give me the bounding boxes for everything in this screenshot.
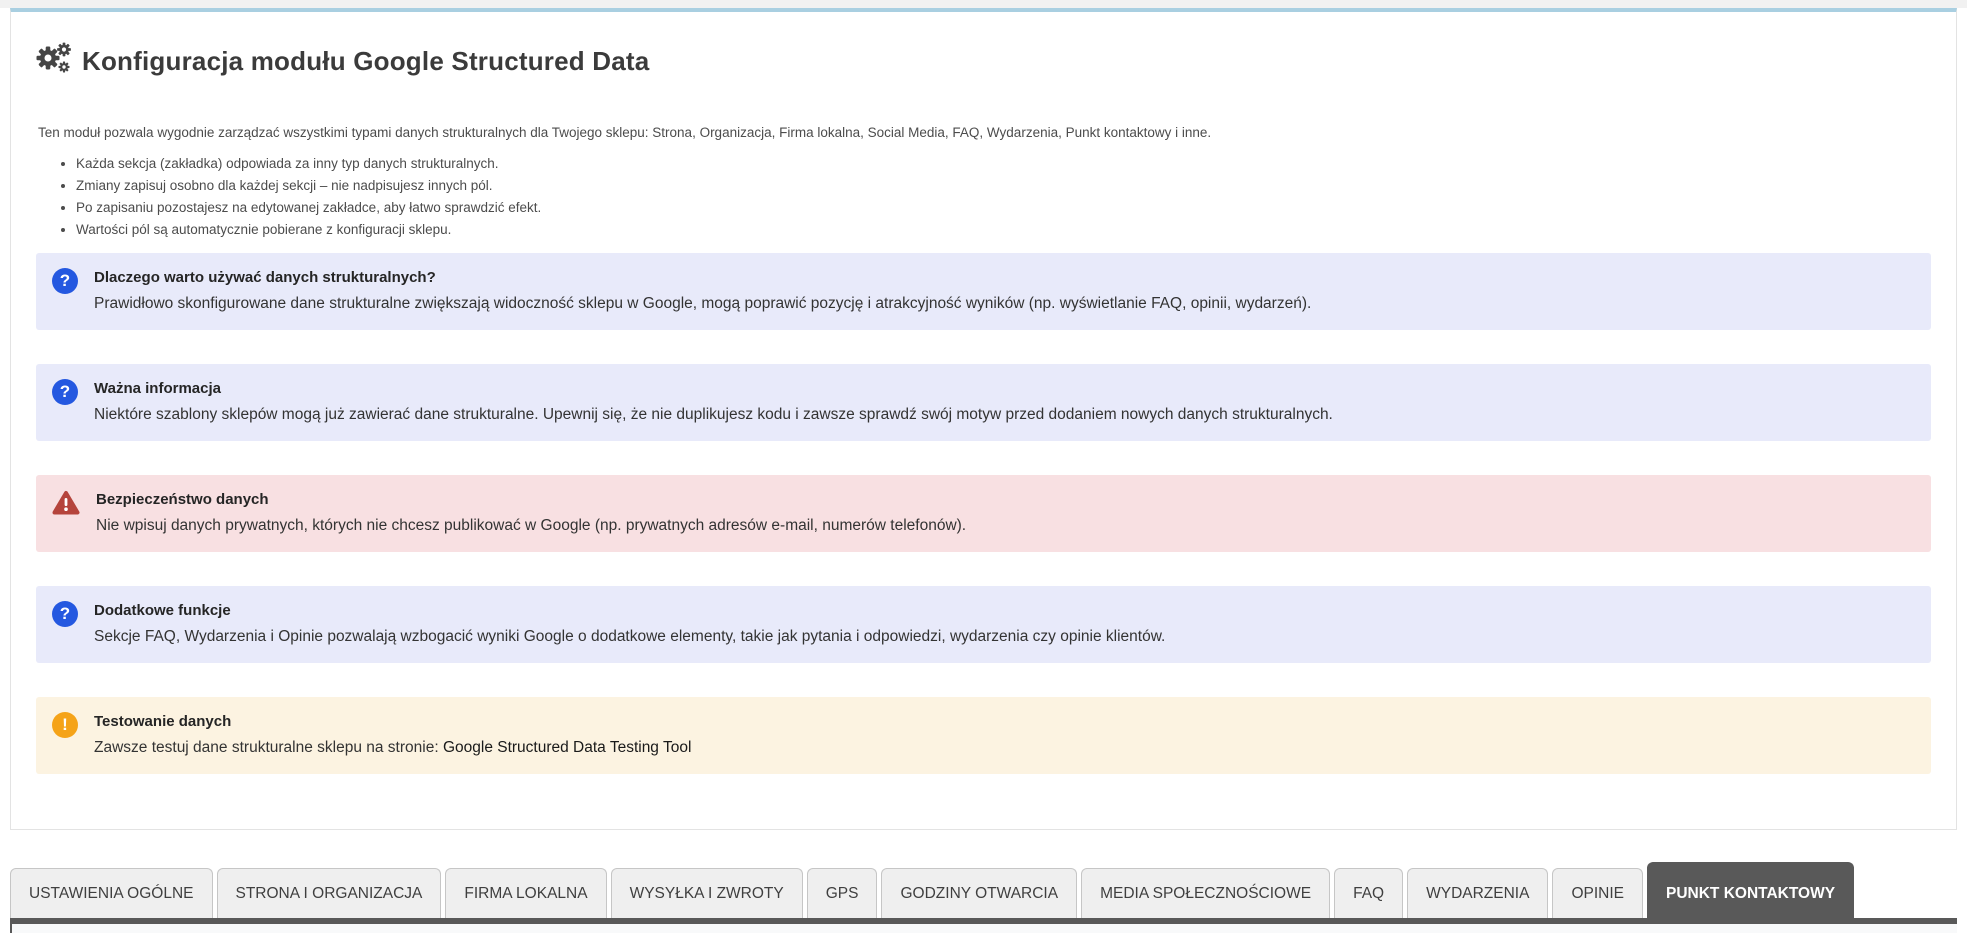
tab-media-spolecznosciowe[interactable]: MEDIA SPOŁECZNOŚCIOWE xyxy=(1081,868,1331,918)
alert-text: Niektóre szablony sklepów mogą już zawie… xyxy=(94,406,1333,423)
alert-text: Nie wpisuj danych prywatnych, których ni… xyxy=(96,517,967,534)
module-notes-list: Każda sekcja (zakładka) odpowiada za inn… xyxy=(76,153,1931,241)
note-item: Każda sekcja (zakładka) odpowiada za inn… xyxy=(76,153,1931,175)
alert-data-testing: Testowanie danych Zawsze testuj dane str… xyxy=(36,697,1931,774)
note-item: Po zapisaniu pozostajesz na edytowanej z… xyxy=(76,197,1931,219)
alert-title: Bezpieczeństwo danych xyxy=(96,491,269,508)
alert-title: Dlaczego warto używać danych strukturaln… xyxy=(94,269,436,286)
alert-data-security: Bezpieczeństwo danych Nie wpisuj danych … xyxy=(36,475,1931,552)
note-item: Wartości pól są automatycznie pobierane … xyxy=(76,219,1931,241)
alert-text-prefix: Zawsze testuj dane strukturalne sklepu n… xyxy=(94,739,439,756)
tab-opinie[interactable]: OPINIE xyxy=(1552,868,1643,918)
module-intro-text: Ten moduł pozwala wygodnie zarządzać wsz… xyxy=(38,125,1212,140)
warning-triangle-icon xyxy=(52,490,80,521)
tabs-row: USTAWIENIA OGÓLNE STRONA I ORGANIZACJA F… xyxy=(10,862,1957,924)
alert-title: Dodatkowe funkcje xyxy=(94,602,231,619)
tab-firma-lokalna[interactable]: FIRMA LOKALNA xyxy=(445,868,607,918)
tab-strona-i-organizacja[interactable]: STRONA I ORGANIZACJA xyxy=(216,868,442,918)
tab-ustawienia-ogolne[interactable]: USTAWIENIA OGÓLNE xyxy=(10,868,213,918)
alert-text: Prawidłowo skonfigurowane dane struktura… xyxy=(94,295,1312,312)
question-circle-icon xyxy=(52,601,78,627)
alert-important-info: Ważna informacja Niektóre szablony sklep… xyxy=(36,364,1931,441)
page-title: Konfiguracja modułu Google Structured Da… xyxy=(36,42,1931,81)
exclamation-circle-icon xyxy=(52,712,78,738)
tab-wysylka-i-zwroty[interactable]: WYSYŁKA I ZWROTY xyxy=(610,868,803,918)
alert-text: Sekcje FAQ, Wydarzenia i Opinie pozwalaj… xyxy=(94,628,1166,645)
alert-text: Zawsze testuj dane strukturalne sklepu n… xyxy=(94,734,691,761)
page-title-text: Konfiguracja modułu Google Structured Da… xyxy=(82,46,650,76)
module-tabs: USTAWIENIA OGÓLNE STRONA I ORGANIZACJA F… xyxy=(10,862,1957,933)
question-circle-icon xyxy=(52,268,78,294)
question-circle-icon xyxy=(52,379,78,405)
alert-title: Testowanie danych xyxy=(94,713,232,730)
alert-why-structured-data: Dlaczego warto używać danych strukturaln… xyxy=(36,253,1931,330)
alert-title: Ważna informacja xyxy=(94,380,221,397)
tab-wydarzenia[interactable]: WYDARZENIA xyxy=(1407,868,1549,918)
page-top-strip xyxy=(0,0,1967,8)
gears-icon xyxy=(36,42,72,81)
tab-gps[interactable]: GPS xyxy=(806,868,878,918)
tab-punkt-kontaktowy[interactable]: PUNKT KONTAKTOWY xyxy=(1647,862,1855,924)
note-item: Zmiany zapisuj osobno dla każdej sekcji … xyxy=(76,175,1931,197)
alert-additional-features: Dodatkowe funkcje Sekcje FAQ, Wydarzenia… xyxy=(36,586,1931,663)
tab-content-area xyxy=(10,924,1957,933)
tab-faq[interactable]: FAQ xyxy=(1334,868,1404,918)
module-config-panel: Konfiguracja modułu Google Structured Da… xyxy=(10,8,1957,830)
tab-godziny-otwarcia[interactable]: GODZINY OTWARCIA xyxy=(881,868,1078,918)
testing-tool-link[interactable]: Google Structured Data Testing Tool xyxy=(443,739,691,756)
